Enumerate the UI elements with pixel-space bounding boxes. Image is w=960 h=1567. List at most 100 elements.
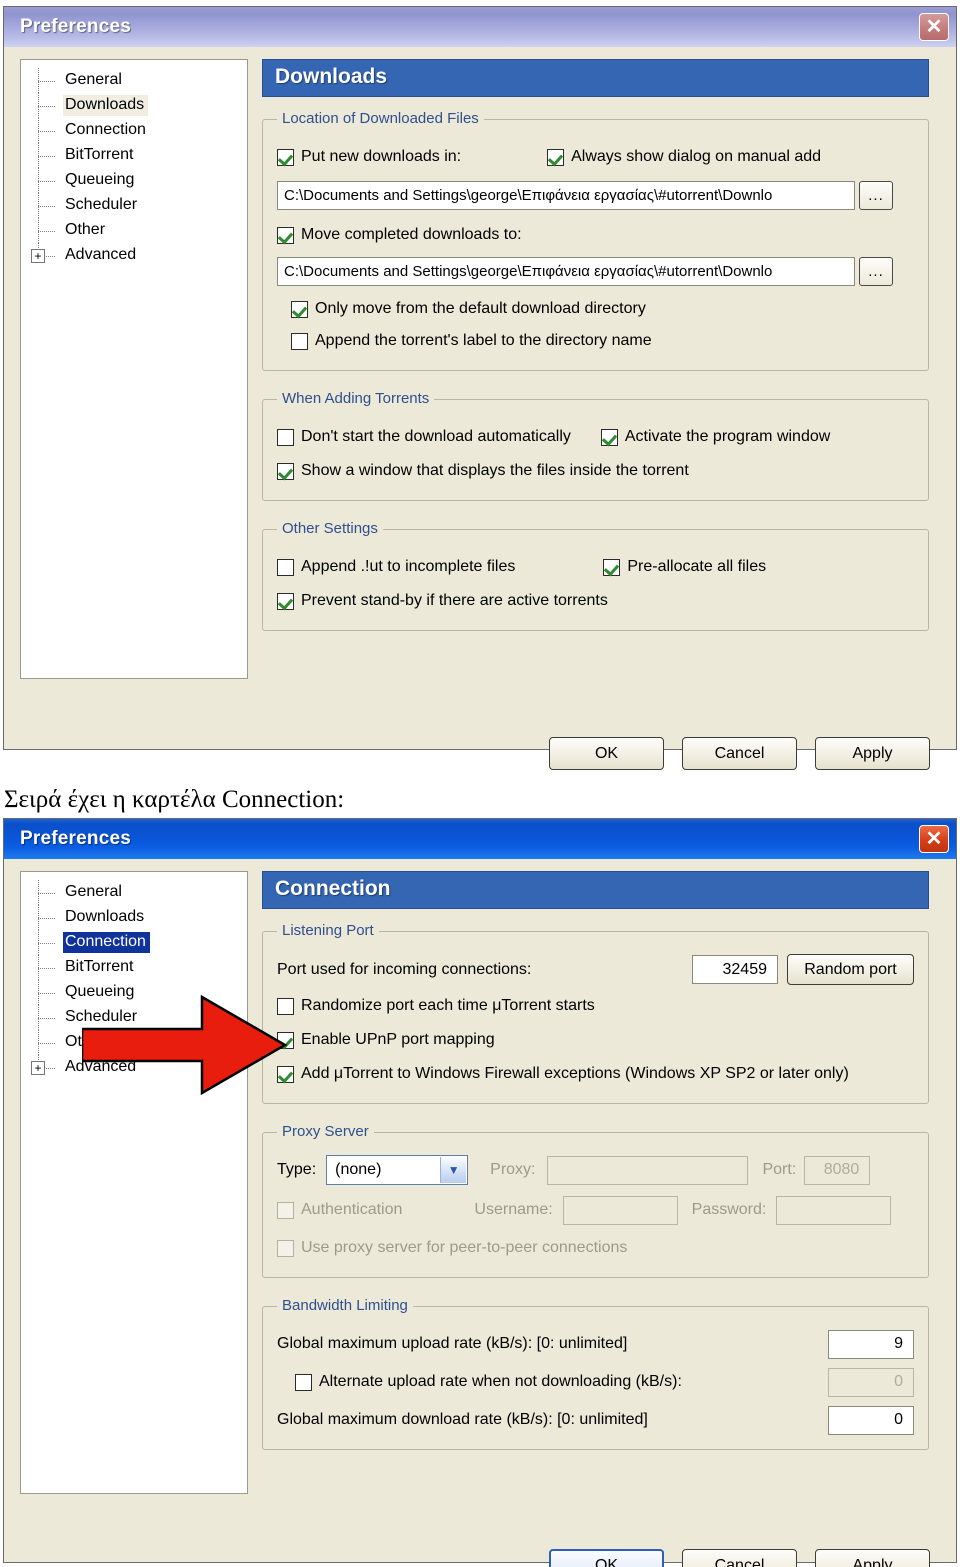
random-port-button[interactable]: Random port [787,954,914,985]
label-append-torrent-label-to-directory: Append the torrent's label to the direct… [315,332,652,349]
sidebar-item-label: BitTorrent [65,958,134,975]
tree-connector-icon [29,118,63,143]
label-port-used-for-incoming-connections: Port used for incoming connections: [277,960,532,978]
titlebar-connection[interactable]: Preferences ✕ [4,819,956,859]
checkbox-prevent-standby[interactable] [277,592,294,610]
close-icon[interactable]: ✕ [919,13,949,41]
label-proxy-username: Username: [474,1201,553,1218]
checkbox-randomize-port-each-start[interactable] [277,997,294,1015]
global-max-download-rate-input[interactable]: 0 [828,1405,914,1435]
checkbox-dont-start-download-automatically[interactable] [277,428,294,446]
sidebar-item-general[interactable]: General [29,68,247,93]
checkbox-only-move-from-default-directory[interactable] [291,300,308,318]
dialog-body-connection: General Downloads Connection BitTorrent [4,859,956,1567]
expand-plus-icon[interactable]: + [31,1060,45,1075]
page-title: Connection [262,871,929,909]
page-title: Downloads [262,59,929,97]
close-icon[interactable]: ✕ [919,825,949,853]
proxy-host-input[interactable] [547,1155,749,1185]
proxy-type-selected-value: (none) [335,1161,382,1178]
cancel-button[interactable]: Cancel [682,1549,797,1567]
sidebar-item-bittorrent[interactable]: BitTorrent [29,955,247,980]
proxy-port-input[interactable]: 8080 [804,1155,871,1185]
checkbox-move-completed-downloads-to[interactable] [277,226,294,244]
tree-connector-icon [29,68,63,93]
label-global-max-upload-rate: Global maximum upload rate (kB/s): [0: u… [277,1335,628,1352]
sidebar-item-bittorrent[interactable]: BitTorrent [29,143,247,168]
sidebar-item-label: BitTorrent [65,146,134,163]
checkbox-activate-program-window[interactable] [600,428,618,446]
sidebar-item-advanced[interactable]: + Advanced [29,243,247,268]
download-path-input[interactable]: C:\Documents and Settings\george\Επιφάνε… [277,180,855,210]
checkbox-enable-upnp-port-mapping[interactable] [277,1031,294,1049]
sidebar-item-connection[interactable]: Connection [29,118,247,143]
sidebar-item-scheduler[interactable]: Scheduler [29,1005,247,1030]
browse-move-path-button[interactable]: ... [859,256,893,286]
expand-plus-icon[interactable]: + [31,248,45,263]
checkbox-append-torrent-label-to-directory[interactable] [291,332,308,350]
alternate-upload-rate-input[interactable]: 0 [828,1367,914,1397]
tree-connector-icon [29,955,63,980]
tree-connector-icon [29,1005,63,1030]
sidebar-item-advanced[interactable]: + Advanced [29,1055,247,1080]
settings-tree-connection[interactable]: General Downloads Connection BitTorrent [20,871,248,1494]
sidebar-item-connection[interactable]: Connection [29,930,247,955]
checkbox-use-proxy-for-p2p[interactable] [277,1239,294,1257]
listening-port-input[interactable]: 32459 [692,955,778,984]
label-proxy-authentication: Authentication [301,1201,403,1218]
sidebar-item-label: Connection [63,932,150,953]
global-max-upload-rate-input[interactable]: 9 [828,1329,914,1359]
sidebar-item-other[interactable]: Other [29,218,247,243]
ok-button[interactable]: OK [549,737,664,770]
sidebar-item-scheduler[interactable]: Scheduler [29,193,247,218]
sidebar-item-other[interactable]: Other [29,1030,247,1055]
tree-connector-icon [29,93,63,118]
chevron-down-icon[interactable]: ▼ [440,1157,467,1183]
sidebar-item-label: General [65,883,122,900]
settings-tree-downloads[interactable]: General Downloads Connection BitTorrent [20,59,248,679]
sidebar-item-queueing[interactable]: Queueing [29,168,247,193]
panel-connection: Connection Listening Port Port used for … [262,871,929,1450]
proxy-type-select[interactable]: (none) ▼ [326,1155,469,1185]
tree-connector-icon [29,218,63,243]
checkbox-always-show-dialog-on-manual-add[interactable] [547,148,565,166]
move-path-input[interactable]: C:\Documents and Settings\george\Επιφάνε… [277,256,855,286]
label-put-new-downloads-in: Put new downloads in: [301,148,462,165]
cancel-button[interactable]: Cancel [682,737,797,770]
apply-button[interactable]: Apply [815,1549,930,1567]
sidebar-item-downloads[interactable]: Downloads [29,905,247,930]
sidebar-item-queueing[interactable]: Queueing [29,980,247,1005]
checkbox-put-new-downloads-in[interactable] [277,148,294,166]
proxy-username-input[interactable] [562,1195,678,1225]
label-show-window-files-inside-torrent: Show a window that displays the files in… [301,462,689,479]
group-title: Location of Downloaded Files [277,110,484,127]
browse-download-path-button[interactable]: ... [859,180,893,210]
group-bandwidth-limiting: Bandwidth Limiting Global maximum upload… [262,1297,929,1450]
label-randomize-port-each-start: Randomize port each time μTorrent starts [301,997,595,1014]
dialog-body-downloads: General Downloads Connection BitTorrent [4,47,956,770]
group-location-of-downloaded-files: Location of Downloaded Files Put new dow… [262,110,929,371]
sidebar-item-general[interactable]: General [29,880,247,905]
group-title: When Adding Torrents [277,390,435,407]
window-title: Preferences [20,16,131,37]
ok-button[interactable]: OK [549,1549,664,1567]
tree-connector-icon [29,143,63,168]
checkbox-alternate-upload-rate[interactable] [295,1373,312,1391]
label-pre-allocate-all-files: Pre-allocate all files [627,558,767,575]
sidebar-item-downloads[interactable]: Downloads [29,93,247,118]
apply-button[interactable]: Apply [815,737,930,770]
group-proxy-server: Proxy Server Type: (none) ▼ Proxy: Port:… [262,1123,929,1278]
group-title: Bandwidth Limiting [277,1297,413,1314]
checkbox-pre-allocate-all-files[interactable] [603,558,621,576]
sidebar-item-label: Advanced [65,246,137,263]
titlebar-downloads[interactable]: Preferences ✕ [4,7,956,47]
label-enable-upnp-port-mapping: Enable UPnP port mapping [301,1031,495,1048]
proxy-password-input[interactable] [776,1195,892,1225]
checkbox-proxy-authentication[interactable] [277,1201,294,1219]
checkbox-append-ut-to-incomplete-files[interactable] [277,558,294,576]
page-root: Preferences ✕ General Downloads Connecti… [0,0,960,1567]
label-proxy-port: Port: [762,1161,797,1178]
checkbox-add-utorrent-to-firewall-exceptions[interactable] [277,1065,294,1083]
sidebar-item-label: Queueing [65,983,135,1000]
checkbox-show-window-files-inside-torrent[interactable] [277,462,294,480]
